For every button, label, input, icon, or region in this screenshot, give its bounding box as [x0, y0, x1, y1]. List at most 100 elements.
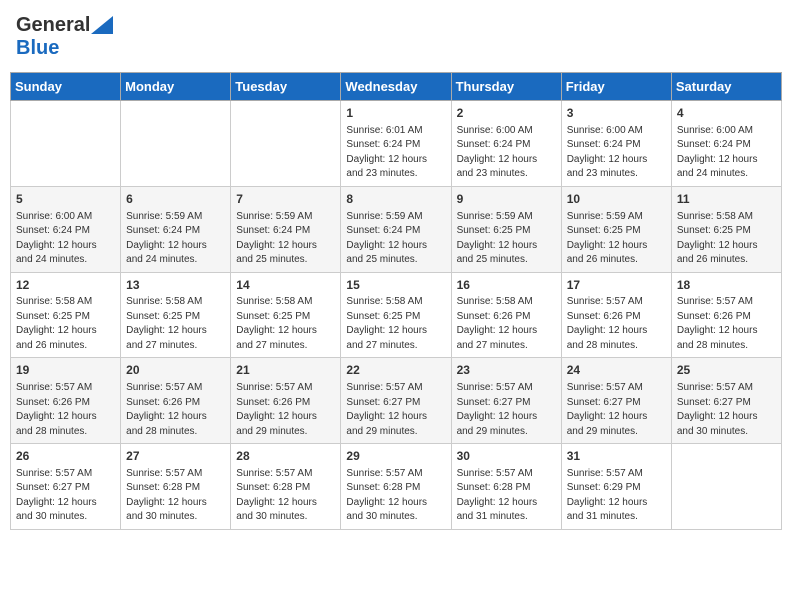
day-number: 25 — [677, 362, 776, 379]
calendar-day-21: 21 Sunrise: 5:57 AM Sunset: 6:26 PM Dayli… — [231, 358, 341, 444]
weekday-header-sunday: Sunday — [11, 73, 121, 101]
day-info: Sunrise: 5:58 AM Sunset: 6:26 PM Dayligh… — [457, 295, 556, 353]
calendar-day-5: 5 Sunrise: 6:00 AM Sunset: 6:24 PM Daylig… — [11, 186, 121, 272]
calendar-day-9: 9 Sunrise: 5:59 AM Sunset: 6:25 PM Daylig… — [451, 186, 561, 272]
day-number: 21 — [236, 362, 335, 379]
day-info: Sunrise: 5:57 AM Sunset: 6:27 PM Dayligh… — [677, 381, 776, 439]
day-info: Sunrise: 6:00 AM Sunset: 6:24 PM Dayligh… — [567, 124, 666, 182]
day-number: 20 — [126, 362, 225, 379]
day-info: Sunrise: 6:00 AM Sunset: 6:24 PM Dayligh… — [457, 124, 556, 182]
day-info: Sunrise: 5:57 AM Sunset: 6:27 PM Dayligh… — [346, 381, 445, 439]
weekday-header-saturday: Saturday — [671, 73, 781, 101]
calendar-empty-cell — [671, 444, 781, 530]
day-info: Sunrise: 5:59 AM Sunset: 6:25 PM Dayligh… — [457, 210, 556, 268]
calendar-day-15: 15Sunrise: 5:58 AM Sunset: 6:25 PM Dayli… — [341, 272, 451, 358]
calendar-week-row: 19 Sunrise: 5:57 AM Sunset: 6:26 PM Dayli… — [11, 358, 782, 444]
day-info: Sunrise: 5:57 AM Sunset: 6:27 PM Dayligh… — [16, 467, 115, 525]
logo-triangle-icon — [91, 16, 113, 34]
day-number: 19 — [16, 362, 115, 379]
calendar-day-16: 16Sunrise: 5:58 AM Sunset: 6:26 PM Dayli… — [451, 272, 561, 358]
day-number: 28 — [236, 448, 335, 465]
calendar-day-2: 2 Sunrise: 6:00 AM Sunset: 6:24 PM Daylig… — [451, 101, 561, 187]
calendar-day-31: 31Sunrise: 5:57 AM Sunset: 6:29 PM Dayli… — [561, 444, 671, 530]
day-info: Sunrise: 5:57 AM Sunset: 6:27 PM Dayligh… — [457, 381, 556, 439]
calendar-day-27: 27 Sunrise: 5:57 AM Sunset: 6:28 PM Dayli… — [121, 444, 231, 530]
day-number: 24 — [567, 362, 666, 379]
calendar-day-17: 17Sunrise: 5:57 AM Sunset: 6:26 PM Dayli… — [561, 272, 671, 358]
day-number: 14 — [236, 277, 335, 294]
page-header: General Blue — [10, 10, 782, 64]
day-info: Sunrise: 5:58 AM Sunset: 6:25 PM Dayligh… — [677, 210, 776, 268]
calendar-empty-cell — [121, 101, 231, 187]
day-info: Sunrise: 5:58 AM Sunset: 6:25 PM Dayligh… — [236, 295, 335, 353]
logo-blue-text: Blue — [16, 37, 59, 59]
calendar-day-8: 8 Sunrise: 5:59 AM Sunset: 6:24 PM Daylig… — [341, 186, 451, 272]
day-number: 13 — [126, 277, 225, 294]
day-number: 31 — [567, 448, 666, 465]
calendar-day-12: 12Sunrise: 5:58 AM Sunset: 6:25 PM Dayli… — [11, 272, 121, 358]
calendar-table: SundayMondayTuesdayWednesdayThursdayFrid… — [10, 72, 782, 530]
day-info: Sunrise: 6:00 AM Sunset: 6:24 PM Dayligh… — [16, 210, 115, 268]
calendar-week-row: 5 Sunrise: 6:00 AM Sunset: 6:24 PM Daylig… — [11, 186, 782, 272]
logo: General Blue — [16, 14, 113, 60]
day-info: Sunrise: 5:57 AM Sunset: 6:27 PM Dayligh… — [567, 381, 666, 439]
day-number: 4 — [677, 105, 776, 122]
day-info: Sunrise: 5:57 AM Sunset: 6:26 PM Dayligh… — [567, 295, 666, 353]
day-number: 10 — [567, 191, 666, 208]
calendar-day-13: 13Sunrise: 5:58 AM Sunset: 6:25 PM Dayli… — [121, 272, 231, 358]
day-info: Sunrise: 5:57 AM Sunset: 6:26 PM Dayligh… — [677, 295, 776, 353]
calendar-day-6: 6Sunrise: 5:59 AM Sunset: 6:24 PM Daylig… — [121, 186, 231, 272]
day-info: Sunrise: 6:01 AM Sunset: 6:24 PM Dayligh… — [346, 124, 445, 182]
calendar-week-row: 1 Sunrise: 6:01 AM Sunset: 6:24 PM Daylig… — [11, 101, 782, 187]
day-info: Sunrise: 5:58 AM Sunset: 6:25 PM Dayligh… — [126, 295, 225, 353]
calendar-day-25: 25 Sunrise: 5:57 AM Sunset: 6:27 PM Dayli… — [671, 358, 781, 444]
day-number: 16 — [457, 277, 556, 294]
day-info: Sunrise: 5:57 AM Sunset: 6:26 PM Dayligh… — [126, 381, 225, 439]
day-info: Sunrise: 5:59 AM Sunset: 6:25 PM Dayligh… — [567, 210, 666, 268]
day-number: 12 — [16, 277, 115, 294]
calendar-empty-cell — [231, 101, 341, 187]
day-number: 18 — [677, 277, 776, 294]
day-number: 8 — [346, 191, 445, 208]
day-info: Sunrise: 5:57 AM Sunset: 6:26 PM Dayligh… — [16, 381, 115, 439]
day-info: Sunrise: 6:00 AM Sunset: 6:24 PM Dayligh… — [677, 124, 776, 182]
calendar-day-14: 14Sunrise: 5:58 AM Sunset: 6:25 PM Dayli… — [231, 272, 341, 358]
day-number: 7 — [236, 191, 335, 208]
calendar-week-row: 26 Sunrise: 5:57 AM Sunset: 6:27 PM Dayli… — [11, 444, 782, 530]
calendar-day-20: 20 Sunrise: 5:57 AM Sunset: 6:26 PM Dayli… — [121, 358, 231, 444]
day-info: Sunrise: 5:57 AM Sunset: 6:26 PM Dayligh… — [236, 381, 335, 439]
day-number: 2 — [457, 105, 556, 122]
calendar-week-row: 12 Sunrise: 5:58 AM Sunset: 6:25 PM Dayli… — [11, 272, 782, 358]
day-info: Sunrise: 5:59 AM Sunset: 6:24 PM Dayligh… — [236, 210, 335, 268]
calendar-day-28: 28 Sunrise: 5:57 AM Sunset: 6:28 PM Dayli… — [231, 444, 341, 530]
weekday-header-thursday: Thursday — [451, 73, 561, 101]
day-info: Sunrise: 5:57 AM Sunset: 6:28 PM Dayligh… — [236, 467, 335, 525]
day-number: 30 — [457, 448, 556, 465]
calendar-day-26: 26 Sunrise: 5:57 AM Sunset: 6:27 PM Dayli… — [11, 444, 121, 530]
day-number: 3 — [567, 105, 666, 122]
day-number: 1 — [346, 105, 445, 122]
day-number: 6 — [126, 191, 225, 208]
calendar-day-3: 3 Sunrise: 6:00 AM Sunset: 6:24 PM Daylig… — [561, 101, 671, 187]
calendar-day-7: 7 Sunrise: 5:59 AM Sunset: 6:24 PM Daylig… — [231, 186, 341, 272]
calendar-day-23: 23Sunrise: 5:57 AM Sunset: 6:27 PM Dayli… — [451, 358, 561, 444]
calendar-day-22: 22Sunrise: 5:57 AM Sunset: 6:27 PM Dayli… — [341, 358, 451, 444]
calendar-day-10: 10 Sunrise: 5:59 AM Sunset: 6:25 PM Dayli… — [561, 186, 671, 272]
day-info: Sunrise: 5:57 AM Sunset: 6:28 PM Dayligh… — [346, 467, 445, 525]
weekday-header-tuesday: Tuesday — [231, 73, 341, 101]
day-number: 9 — [457, 191, 556, 208]
day-info: Sunrise: 5:57 AM Sunset: 6:28 PM Dayligh… — [126, 467, 225, 525]
day-number: 29 — [346, 448, 445, 465]
calendar-header-row: SundayMondayTuesdayWednesdayThursdayFrid… — [11, 73, 782, 101]
day-number: 15 — [346, 277, 445, 294]
day-number: 27 — [126, 448, 225, 465]
day-number: 17 — [567, 277, 666, 294]
weekday-header-friday: Friday — [561, 73, 671, 101]
day-info: Sunrise: 5:59 AM Sunset: 6:24 PM Dayligh… — [346, 210, 445, 268]
calendar-day-18: 18Sunrise: 5:57 AM Sunset: 6:26 PM Dayli… — [671, 272, 781, 358]
day-number: 26 — [16, 448, 115, 465]
day-number: 5 — [16, 191, 115, 208]
logo-general-text: General — [16, 14, 90, 37]
day-number: 11 — [677, 191, 776, 208]
calendar-day-24: 24 Sunrise: 5:57 AM Sunset: 6:27 PM Dayli… — [561, 358, 671, 444]
